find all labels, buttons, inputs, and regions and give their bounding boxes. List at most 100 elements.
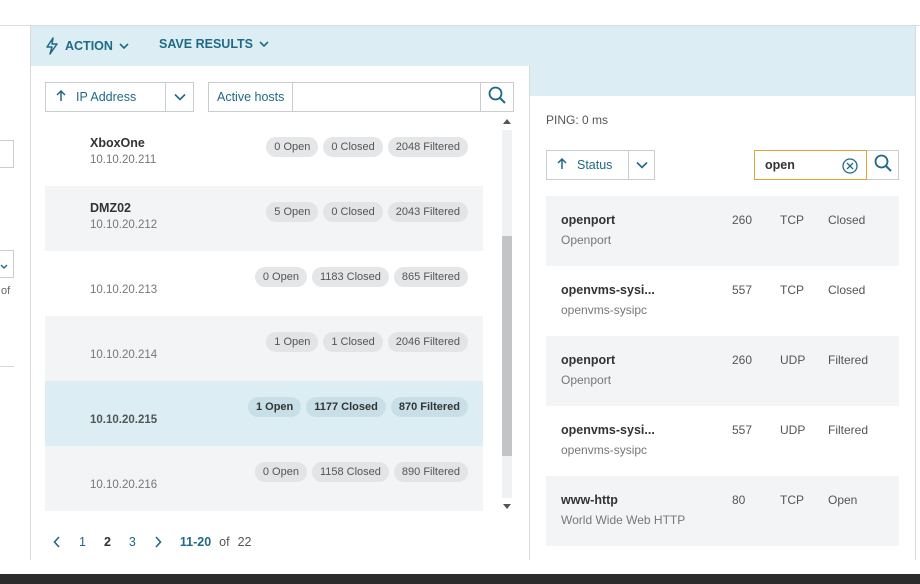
- port-service-name: openport: [561, 353, 616, 367]
- port-summary: 0 Open 1158 Closed 890 Filtered: [254, 462, 468, 482]
- port-number: 557: [732, 423, 753, 437]
- open-count-badge: 0 Open: [254, 462, 307, 482]
- scroll-down-arrow[interactable]: [502, 502, 512, 512]
- hosts-panel: IP Address Active hosts XboxOne 10.10.20…: [31, 66, 529, 560]
- port-protocol: TCP: [780, 493, 804, 507]
- pagination: 1 2 3 11-20 of 22: [53, 532, 251, 552]
- page-3-link[interactable]: 3: [129, 535, 136, 549]
- ports-search-button[interactable]: [867, 150, 899, 180]
- next-page-button[interactable]: [154, 536, 162, 548]
- host-ip: 10.10.20.216: [90, 479, 158, 491]
- hosts-sort-chevron[interactable]: [165, 83, 193, 111]
- host-row[interactable]: 10.10.20.216 0 Open 1158 Closed 890 Filt…: [45, 446, 483, 511]
- chevron-down-icon: [119, 42, 129, 50]
- port-state: Closed: [828, 283, 866, 297]
- hosts-sort-toggle[interactable]: IP Address: [46, 89, 165, 105]
- left-panel-input[interactable]: [0, 140, 14, 168]
- ports-sort-label: Status: [577, 158, 613, 172]
- host-row[interactable]: DMZ02 10.10.20.212 5 Open 0 Closed 2043 …: [45, 186, 483, 251]
- clear-search-icon[interactable]: [842, 158, 858, 179]
- port-state: Closed: [828, 213, 866, 227]
- bottom-bar: [0, 560, 920, 584]
- arrow-up-icon: [56, 89, 66, 105]
- arrow-up-icon: [557, 157, 567, 173]
- page-of-label: of: [219, 535, 230, 549]
- hosts-sort-dropdown[interactable]: IP Address: [45, 82, 194, 112]
- port-number: 260: [732, 213, 753, 227]
- page-1-link[interactable]: 1: [79, 535, 86, 549]
- left-panel-select[interactable]: [0, 250, 14, 278]
- ports-search-input[interactable]: [755, 158, 835, 172]
- port-state: Filtered: [828, 353, 869, 367]
- host-row[interactable]: XboxOne 10.10.20.211 0 Open 0 Closed 204…: [45, 122, 483, 186]
- save-results-button[interactable]: SAVE RESULTS: [159, 37, 269, 51]
- port-summary: 0 Open 0 Closed 2048 Filtered: [266, 137, 468, 157]
- hosts-filter: Active hosts: [208, 82, 514, 112]
- port-row[interactable]: openport Openport 260 TCP Closed: [546, 196, 899, 266]
- port-service-desc: World Wide Web HTTP: [561, 513, 686, 527]
- port-state: Open: [828, 493, 858, 507]
- closed-count-badge: 0 Closed: [323, 137, 383, 157]
- action-menu-button[interactable]: ACTION: [45, 37, 129, 55]
- ports-sort-dropdown[interactable]: Status: [546, 150, 655, 180]
- host-name: XboxOne: [90, 136, 145, 150]
- host-row[interactable]: 10.10.20.213 0 Open 1183 Closed 865 Filt…: [45, 251, 483, 316]
- port-number: 260: [732, 353, 753, 367]
- page-range: 11-20: [179, 535, 212, 549]
- port-service-desc: Openport: [561, 373, 612, 387]
- chevron-down-icon: [173, 88, 186, 106]
- ping-status: PING: 0 ms: [546, 113, 609, 127]
- ports-sort-chevron[interactable]: [628, 151, 654, 179]
- filtered-count-badge: 865 Filtered: [393, 267, 468, 287]
- port-number: 80: [732, 493, 746, 507]
- left-panel-of-text: of: [1, 285, 11, 297]
- host-ip: 10.10.20.211: [90, 154, 157, 166]
- host-details-panel: PING: 0 ms Status openport Openport 260: [529, 66, 920, 560]
- port-service-name: openvms-sysi...: [561, 423, 655, 437]
- host-ip: 10.10.20.214: [90, 349, 158, 361]
- filtered-count-badge: 870 Filtered: [390, 397, 468, 417]
- toolbar-left-stub: [0, 26, 31, 66]
- filtered-count-badge: 890 Filtered: [393, 462, 468, 482]
- search-icon: [874, 154, 892, 177]
- port-row[interactable]: openvms-sysi... openvms-sysipc 557 TCP C…: [546, 266, 899, 336]
- port-summary: 0 Open 1183 Closed 865 Filtered: [254, 267, 468, 287]
- lightning-icon: [45, 37, 59, 55]
- host-list-scrollbar[interactable]: [499, 116, 513, 512]
- ports-search-field: [754, 150, 867, 180]
- scroll-up-arrow[interactable]: [502, 116, 512, 126]
- top-bar: [0, 0, 920, 26]
- scroll-thumb[interactable]: [502, 236, 512, 456]
- port-row[interactable]: www-http World Wide Web HTTP 80 TCP Open: [546, 476, 899, 546]
- port-service-name: www-http: [561, 493, 618, 507]
- port-summary: 1 Open 1 Closed 2046 Filtered: [266, 332, 468, 352]
- active-hosts-filter-tag[interactable]: Active hosts: [209, 83, 294, 111]
- hosts-search-input[interactable]: [293, 83, 481, 111]
- port-row[interactable]: openport Openport 260 UDP Filtered: [546, 336, 899, 406]
- open-count-badge: 1 Open: [247, 397, 302, 417]
- action-toolbar: ACTION SAVE RESULTS: [0, 26, 920, 66]
- host-row[interactable]: 10.10.20.214 1 Open 1 Closed 2046 Filter…: [45, 316, 483, 381]
- left-panel: of: [0, 66, 31, 560]
- port-row[interactable]: openvms-sysi... openvms-sysipc 557 UDP F…: [546, 406, 899, 476]
- host-ip: 10.10.20.215: [90, 414, 158, 426]
- divider: [0, 366, 14, 367]
- port-protocol: TCP: [780, 283, 804, 297]
- taskbar-strip: [0, 574, 920, 584]
- page-2-current[interactable]: 2: [104, 535, 111, 549]
- port-protocol: UDP: [780, 423, 806, 437]
- previous-page-button[interactable]: [53, 536, 61, 548]
- port-number: 557: [732, 283, 753, 297]
- closed-count-badge: 1 Closed: [323, 332, 383, 352]
- filtered-count-badge: 2043 Filtered: [387, 202, 468, 222]
- chevron-down-icon: [0, 259, 8, 277]
- host-row-selected[interactable]: 10.10.20.215 1 Open 1177 Closed 870 Filt…: [45, 381, 483, 446]
- ports-sort-toggle[interactable]: Status: [547, 157, 628, 173]
- chevron-down-icon: [259, 40, 269, 48]
- right-edge-panel: [915, 26, 920, 560]
- open-count-badge: 1 Open: [266, 332, 319, 352]
- search-icon: [488, 86, 506, 109]
- host-name: DMZ02: [90, 201, 131, 215]
- hosts-search-button[interactable]: [481, 83, 513, 111]
- closed-count-badge: 1183 Closed: [311, 267, 389, 287]
